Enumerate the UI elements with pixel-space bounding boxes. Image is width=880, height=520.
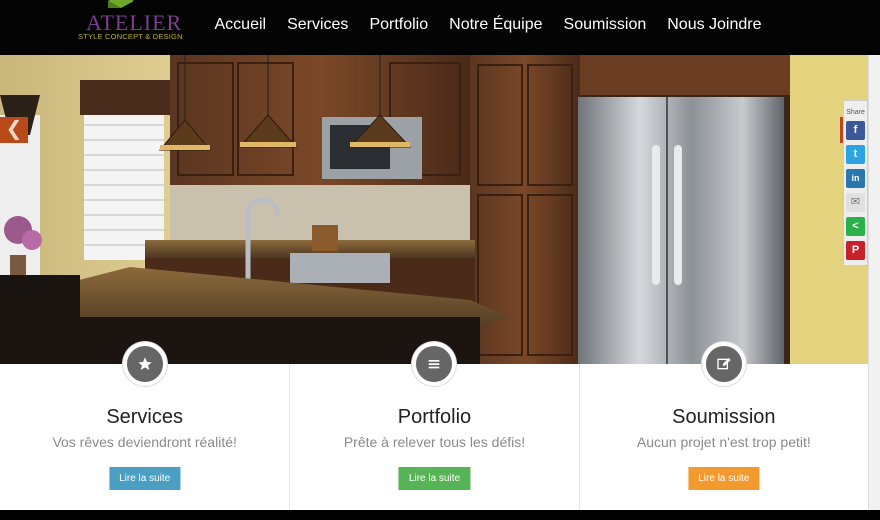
site-header: ATELIER STYLE CONCEPT & DESIGN Accueil S… [0, 0, 880, 55]
feature-title: Soumission [672, 406, 776, 428]
nav-item-accueil[interactable]: Accueil [204, 16, 277, 34]
features-section: Services Vos rêves deviendront réalité! … [0, 342, 868, 510]
email-share-button[interactable]: ✉ [846, 193, 865, 212]
read-more-portfolio-button[interactable]: Lire la suite [398, 467, 471, 490]
feature-text: Vos rêves deviendront réalité! [52, 434, 237, 450]
facebook-share-button[interactable]: f [846, 121, 865, 140]
nav-item-services[interactable]: Services [277, 16, 359, 34]
twitter-share-button[interactable]: t [846, 145, 865, 164]
feature-title: Portfolio [397, 406, 472, 428]
logo-tagline: STYLE CONCEPT & DESIGN [78, 32, 183, 41]
feature-title: Services [106, 406, 184, 428]
linkedin-share-button[interactable]: in [846, 169, 865, 188]
feature-text: Prête à relever tous les défis! [343, 434, 526, 450]
hero-slider: ❮ ❯ [0, 55, 868, 364]
nav-item-portfolio[interactable]: Portfolio [359, 16, 439, 34]
list-icon [412, 342, 457, 386]
pinterest-share-button[interactable]: P [846, 241, 865, 260]
read-more-soumission-button[interactable]: Lire la suite [688, 467, 760, 490]
footer-bar [0, 510, 880, 520]
logo[interactable]: ATELIER STYLE CONCEPT & DESIGN [76, 0, 183, 44]
feature-text: Aucun projet n'est trop petit! [636, 434, 811, 450]
logo-cube-icon [108, 0, 134, 8]
share-bar: Share f t in ✉ < P [843, 100, 868, 266]
kitchen-photo [0, 55, 868, 364]
nav-item-notre-equipe[interactable]: Notre Équipe [439, 16, 553, 34]
feature-card-portfolio: Portfolio Prête à relever tous les défis… [289, 342, 578, 510]
slider-prev-button[interactable]: ❮ [0, 117, 28, 143]
read-more-services-button[interactable]: Lire la suite [109, 467, 181, 490]
share-label: Share [846, 109, 865, 116]
nav-item-soumission[interactable]: Soumission [553, 16, 657, 34]
edit-icon [701, 342, 746, 386]
page-scrollbar[interactable] [868, 55, 880, 510]
sharethis-share-button[interactable]: < [846, 217, 865, 236]
feature-card-services: Services Vos rêves deviendront réalité! … [0, 342, 289, 510]
star-icon [122, 342, 167, 386]
main-nav: Accueil Services Portfolio Notre Équipe … [204, 16, 772, 34]
nav-item-nous-joindre[interactable]: Nous Joindre [657, 16, 772, 34]
feature-card-soumission: Soumission Aucun projet n'est trop petit… [578, 342, 868, 510]
